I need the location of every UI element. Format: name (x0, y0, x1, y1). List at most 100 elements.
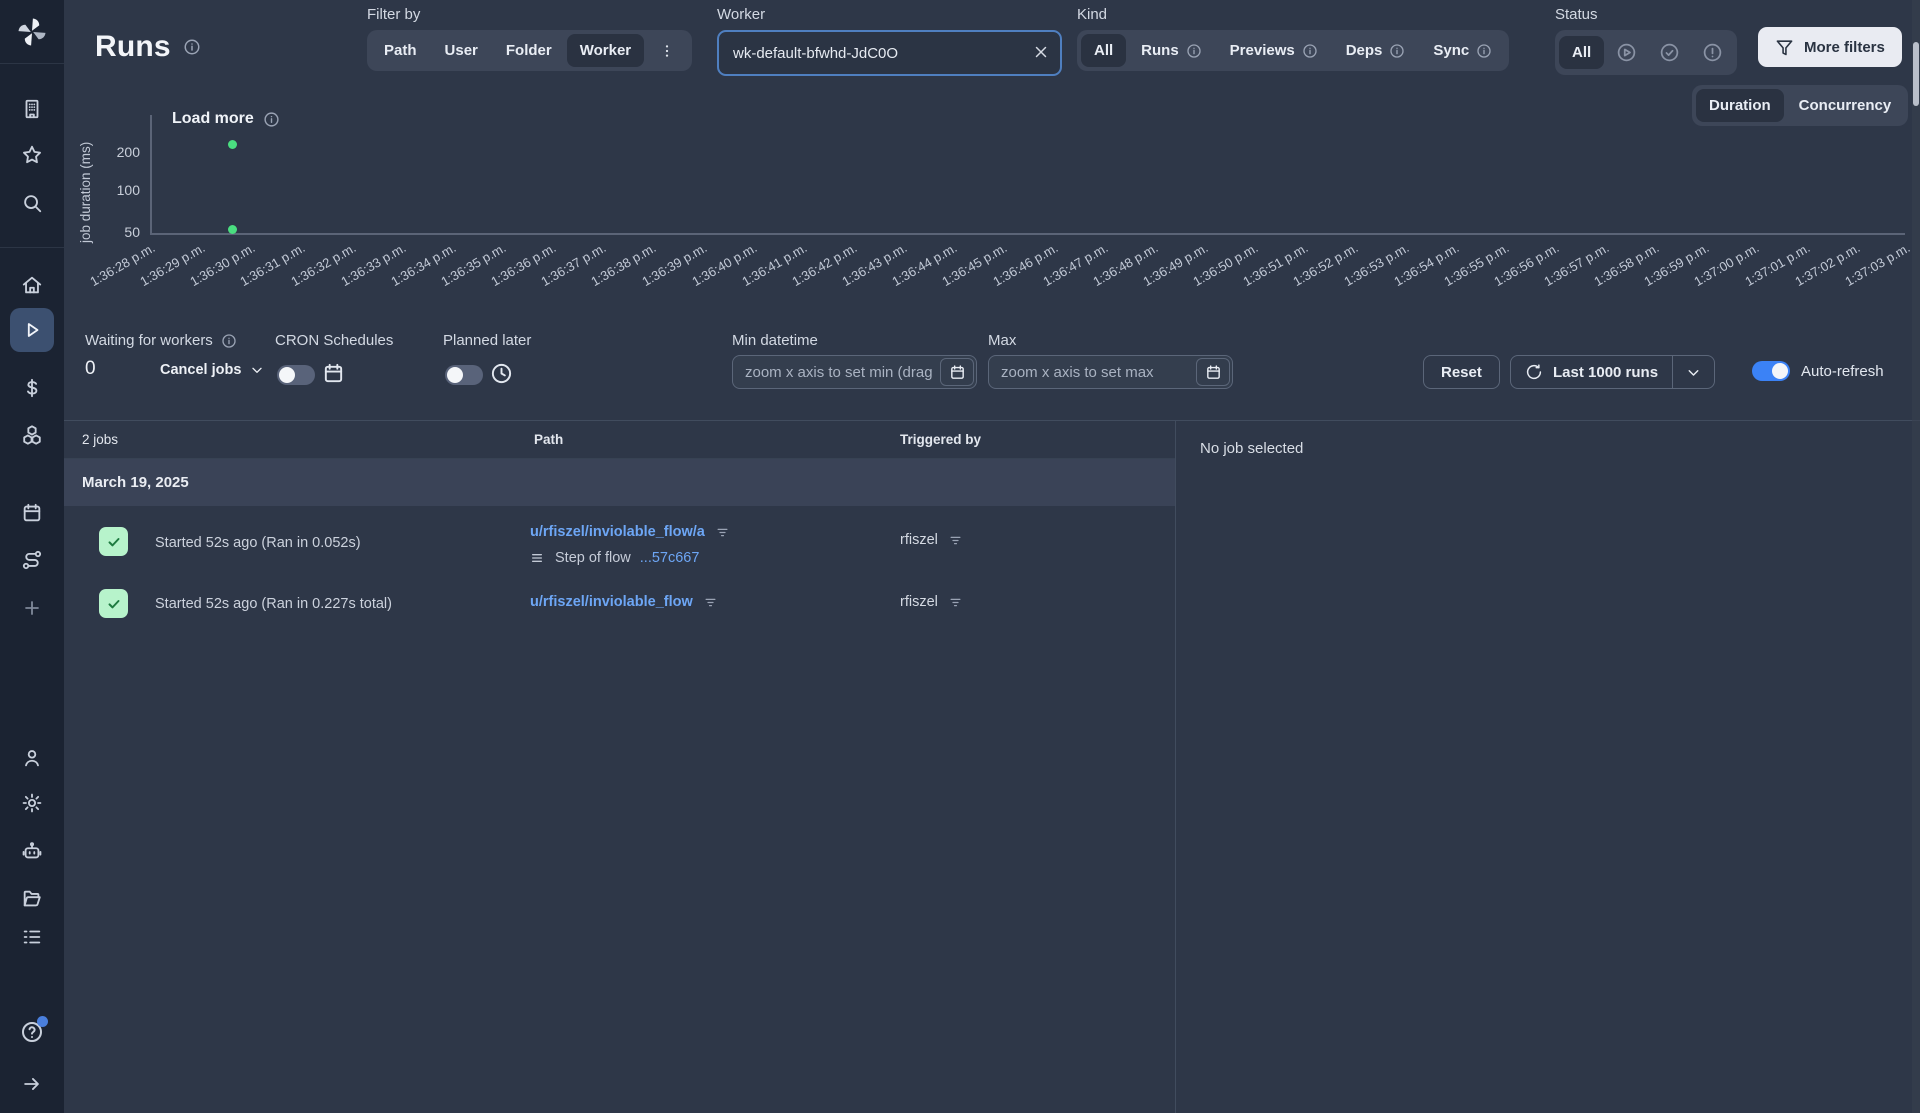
sidebar-item-workers[interactable] (0, 829, 64, 873)
user-icon (25, 750, 39, 767)
y-axis-line (150, 115, 152, 234)
sidebar-item-resources[interactable] (0, 413, 64, 457)
route-icon (22, 550, 42, 570)
cron-schedules-toggle[interactable] (277, 365, 315, 385)
reset-button[interactable]: Reset (1423, 355, 1500, 389)
x-axis-line (150, 233, 1905, 235)
status-option-all[interactable]: All (1559, 36, 1605, 69)
controls-row: Waiting for workers 0 Cancel jobs CRON S… (64, 325, 1920, 420)
scrollbar-thumb[interactable] (1913, 42, 1919, 106)
worker-input[interactable] (717, 30, 1062, 76)
refresh-icon (1526, 364, 1542, 380)
star-icon (23, 145, 41, 164)
min-datetime-label: Min datetime (732, 332, 818, 349)
sidebar-collapse[interactable] (0, 1062, 64, 1106)
refresh-runs-button[interactable]: Last 1000 runs (1511, 356, 1672, 388)
planned-later-toggle[interactable] (445, 365, 483, 385)
autorefresh-toggle[interactable] (1752, 361, 1790, 381)
waiting-for-workers-label: Waiting for workers (85, 332, 237, 349)
table-row[interactable]: Started 52s ago (Ran in 0.227s total) u/… (64, 579, 1175, 629)
max-datetime-field (988, 355, 1233, 389)
home-icon (22, 276, 42, 294)
clear-worker-button[interactable] (1032, 43, 1050, 61)
info-icon[interactable] (183, 38, 201, 56)
filter-lines-icon[interactable] (715, 525, 730, 540)
job-detail-panel: No job selected (1176, 421, 1920, 1113)
status-option-running[interactable] (1606, 34, 1647, 71)
flow-id-link[interactable]: ...57c667 (640, 550, 700, 566)
check-circle-icon (1660, 43, 1679, 62)
more-filters-button[interactable]: More filters (1758, 27, 1902, 67)
sidebar-item-variables[interactable] (0, 366, 64, 410)
filter-option-path[interactable]: Path (371, 34, 430, 67)
table-header: 2 jobs Path Triggered by (64, 421, 1175, 459)
sidebar-item-add[interactable] (0, 586, 64, 630)
sidebar-item-help[interactable] (0, 1010, 64, 1054)
clock-icon (491, 363, 512, 384)
status-option-success[interactable] (1649, 34, 1690, 71)
cancel-jobs-button[interactable]: Cancel jobs (160, 362, 265, 378)
sidebar-item-workspace[interactable] (0, 87, 64, 131)
kind-option-runs[interactable]: Runs (1128, 34, 1215, 67)
triggered-by-cell: rfiszel (900, 532, 963, 548)
calendar-icon (23, 503, 41, 522)
dollar-icon (27, 378, 38, 398)
worker-label: Worker (717, 6, 766, 23)
sidebar-item-settings[interactable] (0, 781, 64, 825)
filter-more-button[interactable] (646, 35, 688, 67)
sidebar-item-schedules[interactable] (0, 491, 64, 535)
run-path-link[interactable]: u/rfiszel/inviolable_flow (530, 594, 693, 610)
triggered-by-cell: rfiszel (900, 594, 963, 610)
sidebar-item-search[interactable] (0, 181, 64, 225)
gear-icon (22, 793, 42, 813)
dots-vertical-icon (666, 44, 669, 57)
table-row[interactable]: Started 52s ago (Ran in 0.052s) u/rfisze… (64, 506, 1175, 579)
filter-option-worker[interactable]: Worker (566, 34, 645, 67)
kind-option-all[interactable]: All (1081, 34, 1127, 67)
info-icon (1477, 43, 1491, 58)
run-subflow-cell: Step of flow ...57c667 (530, 550, 699, 566)
jobs-table: 2 jobs Path Triggered by March 19, 2025 … (64, 421, 1176, 1113)
sidebar-item-users[interactable] (0, 736, 64, 780)
sidebar-item-routes[interactable] (0, 538, 64, 582)
sidebar-divider (0, 247, 64, 248)
info-icon[interactable] (221, 333, 237, 349)
filter-lines-icon[interactable] (948, 595, 963, 610)
sidebar (0, 0, 64, 1113)
autorefresh-control: Auto-refresh (1752, 361, 1884, 381)
filter-lines-icon[interactable] (703, 595, 718, 610)
kind-option-previews[interactable]: Previews (1217, 34, 1331, 67)
min-datetime-picker-button[interactable] (940, 358, 974, 386)
planned-clock-button[interactable] (490, 362, 513, 385)
filter-lines-icon[interactable] (948, 533, 963, 548)
sidebar-item-favorites[interactable] (0, 133, 64, 177)
windmill-logo[interactable] (0, 10, 64, 54)
max-datetime-picker-button[interactable] (1196, 358, 1230, 386)
scrollbar-track[interactable] (1912, 0, 1920, 1113)
jobs-count: 2 jobs (82, 432, 119, 447)
load-more-button[interactable]: Load more (172, 110, 280, 128)
run-path-link[interactable]: u/rfiszel/inviolable_flow/a (530, 524, 705, 540)
filter-option-user[interactable]: User (432, 34, 491, 67)
sidebar-item-logs[interactable] (0, 915, 64, 959)
play-circle-icon (1617, 43, 1636, 62)
bot-icon (22, 842, 42, 859)
chevron-down-icon (1688, 369, 1699, 376)
kind-option-sync[interactable]: Sync (1420, 34, 1505, 67)
status-block: Status All (1555, 6, 1738, 75)
menu-lines-icon (532, 554, 542, 562)
runs-duration-chart: Load more job duration (ms) 200 100 50 1… (64, 100, 1920, 312)
filter-option-folder[interactable]: Folder (493, 34, 565, 67)
pinwheel-icon (18, 18, 46, 46)
cron-schedules-label: CRON Schedules (275, 332, 394, 349)
last-runs-dropdown[interactable] (1672, 356, 1714, 388)
status-option-failure[interactable] (1692, 34, 1733, 71)
run-point[interactable] (228, 140, 238, 150)
y-tick-label: 100 (116, 182, 140, 198)
y-tick-label: 50 (124, 224, 140, 240)
kind-group: All Runs Previews Deps Sync (1077, 30, 1510, 71)
cron-calendar-button[interactable] (322, 362, 345, 385)
kind-option-deps[interactable]: Deps (1333, 34, 1419, 67)
chevron-down-icon (252, 367, 263, 373)
date-group-header: March 19, 2025 (64, 459, 1175, 506)
